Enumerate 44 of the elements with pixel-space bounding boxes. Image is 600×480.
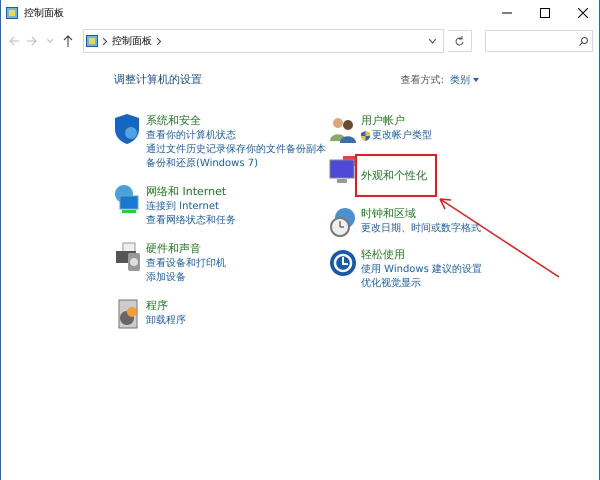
category-link[interactable]: 时钟和区域 <box>361 206 416 221</box>
task-link[interactable]: 更改帐户类型 <box>372 130 432 142</box>
task-link[interactable]: 连接到 Internet <box>146 201 219 213</box>
window-title: 控制面板 <box>24 6 65 20</box>
task-link[interactable]: 查看网络状态和任务 <box>146 215 236 227</box>
task-link[interactable]: 查看你的计算机状态 <box>146 130 236 142</box>
address-bar[interactable]: 控制面板 <box>83 29 444 53</box>
task-link[interactable]: 卸载程序 <box>146 315 186 327</box>
chevron-icon <box>103 38 107 44</box>
breadcrumb[interactable]: 控制面板 <box>112 34 152 48</box>
task-link[interactable]: 使用 Windows 建议的设置 <box>361 264 482 276</box>
printer-icon <box>114 241 142 273</box>
control-panel-icon <box>6 7 18 19</box>
control-panel-icon <box>86 35 98 47</box>
accessibility-icon <box>329 247 357 279</box>
task-link[interactable]: 优化视觉显示 <box>361 278 421 290</box>
globe-clock-icon <box>329 206 357 238</box>
task-link[interactable]: 通过文件历史记录保存你的文件备份副本 <box>146 144 326 156</box>
category-link[interactable]: 外观和个性化 <box>355 154 437 197</box>
monitor-icon <box>329 154 357 186</box>
caret-icon <box>473 78 479 82</box>
category-link[interactable]: 硬件和声音 <box>146 241 201 256</box>
task-link[interactable]: 查看设备和打印机 <box>146 258 226 270</box>
category-link[interactable]: 用户帐户 <box>361 113 405 128</box>
task-link[interactable]: 添加设备 <box>146 272 186 284</box>
refresh-button[interactable] <box>448 30 472 52</box>
page-heading: 调整计算机的设置 <box>114 72 203 87</box>
dropdown-icon[interactable] <box>429 38 436 44</box>
maximize-icon <box>540 8 550 18</box>
view-by-label: 查看方式: <box>400 74 444 86</box>
category-link[interactable]: 轻松使用 <box>361 247 405 262</box>
category-link[interactable]: 系统和安全 <box>146 113 201 128</box>
shield-icon <box>114 113 140 145</box>
chevron-down-icon <box>47 39 53 43</box>
close-icon <box>578 8 588 18</box>
task-link[interactable]: 备份和还原(Windows 7) <box>146 158 258 170</box>
category-link[interactable]: 网络和 Internet <box>146 184 226 199</box>
search-icon <box>579 36 588 46</box>
search-field[interactable] <box>485 30 593 52</box>
up-button[interactable] <box>61 33 75 49</box>
view-by-dropdown[interactable]: 类别 <box>450 72 479 86</box>
category-link[interactable]: 程序 <box>146 298 168 313</box>
refresh-icon <box>455 36 464 46</box>
chevron-icon <box>157 38 161 44</box>
